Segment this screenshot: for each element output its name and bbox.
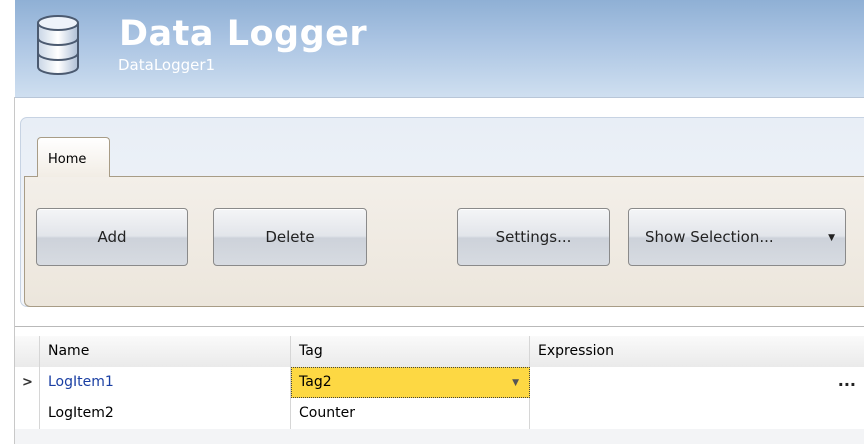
cell-name[interactable]: LogItem2 (40, 398, 291, 429)
cell-tag[interactable]: Counter (291, 398, 530, 429)
table-row[interactable]: LogItem2 Counter (15, 398, 864, 430)
grid-empty-area (15, 429, 864, 444)
row-selector[interactable] (15, 398, 40, 429)
cell-tag-value: Tag2 (299, 374, 332, 390)
window-header: Data Logger DataLogger1 (15, 0, 864, 97)
cell-name[interactable]: LogItem1 (40, 367, 291, 398)
dropdown-arrow-icon[interactable]: ▼ (512, 378, 519, 388)
tab-home[interactable]: Home (37, 137, 110, 177)
add-button[interactable]: Add (36, 208, 188, 266)
table-row[interactable]: > LogItem1 Tag2 ▼ ... (15, 367, 864, 399)
cell-tag-combobox[interactable]: Tag2 ▼ (291, 367, 530, 398)
settings-button[interactable]: Settings... (457, 208, 610, 266)
delete-button[interactable]: Delete (213, 208, 367, 266)
cell-expression[interactable]: ... (530, 367, 864, 398)
log-items-grid: Name Tag Expression > LogItem1 Tag2 ▼ ..… (15, 326, 864, 444)
database-icon (37, 15, 79, 75)
column-header-expression[interactable]: Expression (530, 336, 864, 367)
current-row-icon: > (22, 375, 33, 390)
row-selector[interactable]: > (15, 367, 40, 398)
column-header-name[interactable]: Name (40, 336, 291, 367)
cell-expression[interactable] (530, 398, 864, 429)
grid-header-row: Name Tag Expression (15, 336, 864, 368)
show-selection-button[interactable]: Show Selection... ▼ (628, 208, 846, 266)
show-selection-label: Show Selection... (645, 228, 774, 246)
page-subtitle: DataLogger1 (118, 56, 216, 74)
grid-top-border (15, 326, 864, 327)
column-header-tag[interactable]: Tag (291, 336, 530, 367)
ellipsis-button[interactable]: ... (838, 371, 856, 390)
page-title: Data Logger (119, 14, 368, 54)
row-selector-header (15, 336, 40, 367)
dropdown-arrow-icon[interactable]: ▼ (828, 233, 835, 243)
